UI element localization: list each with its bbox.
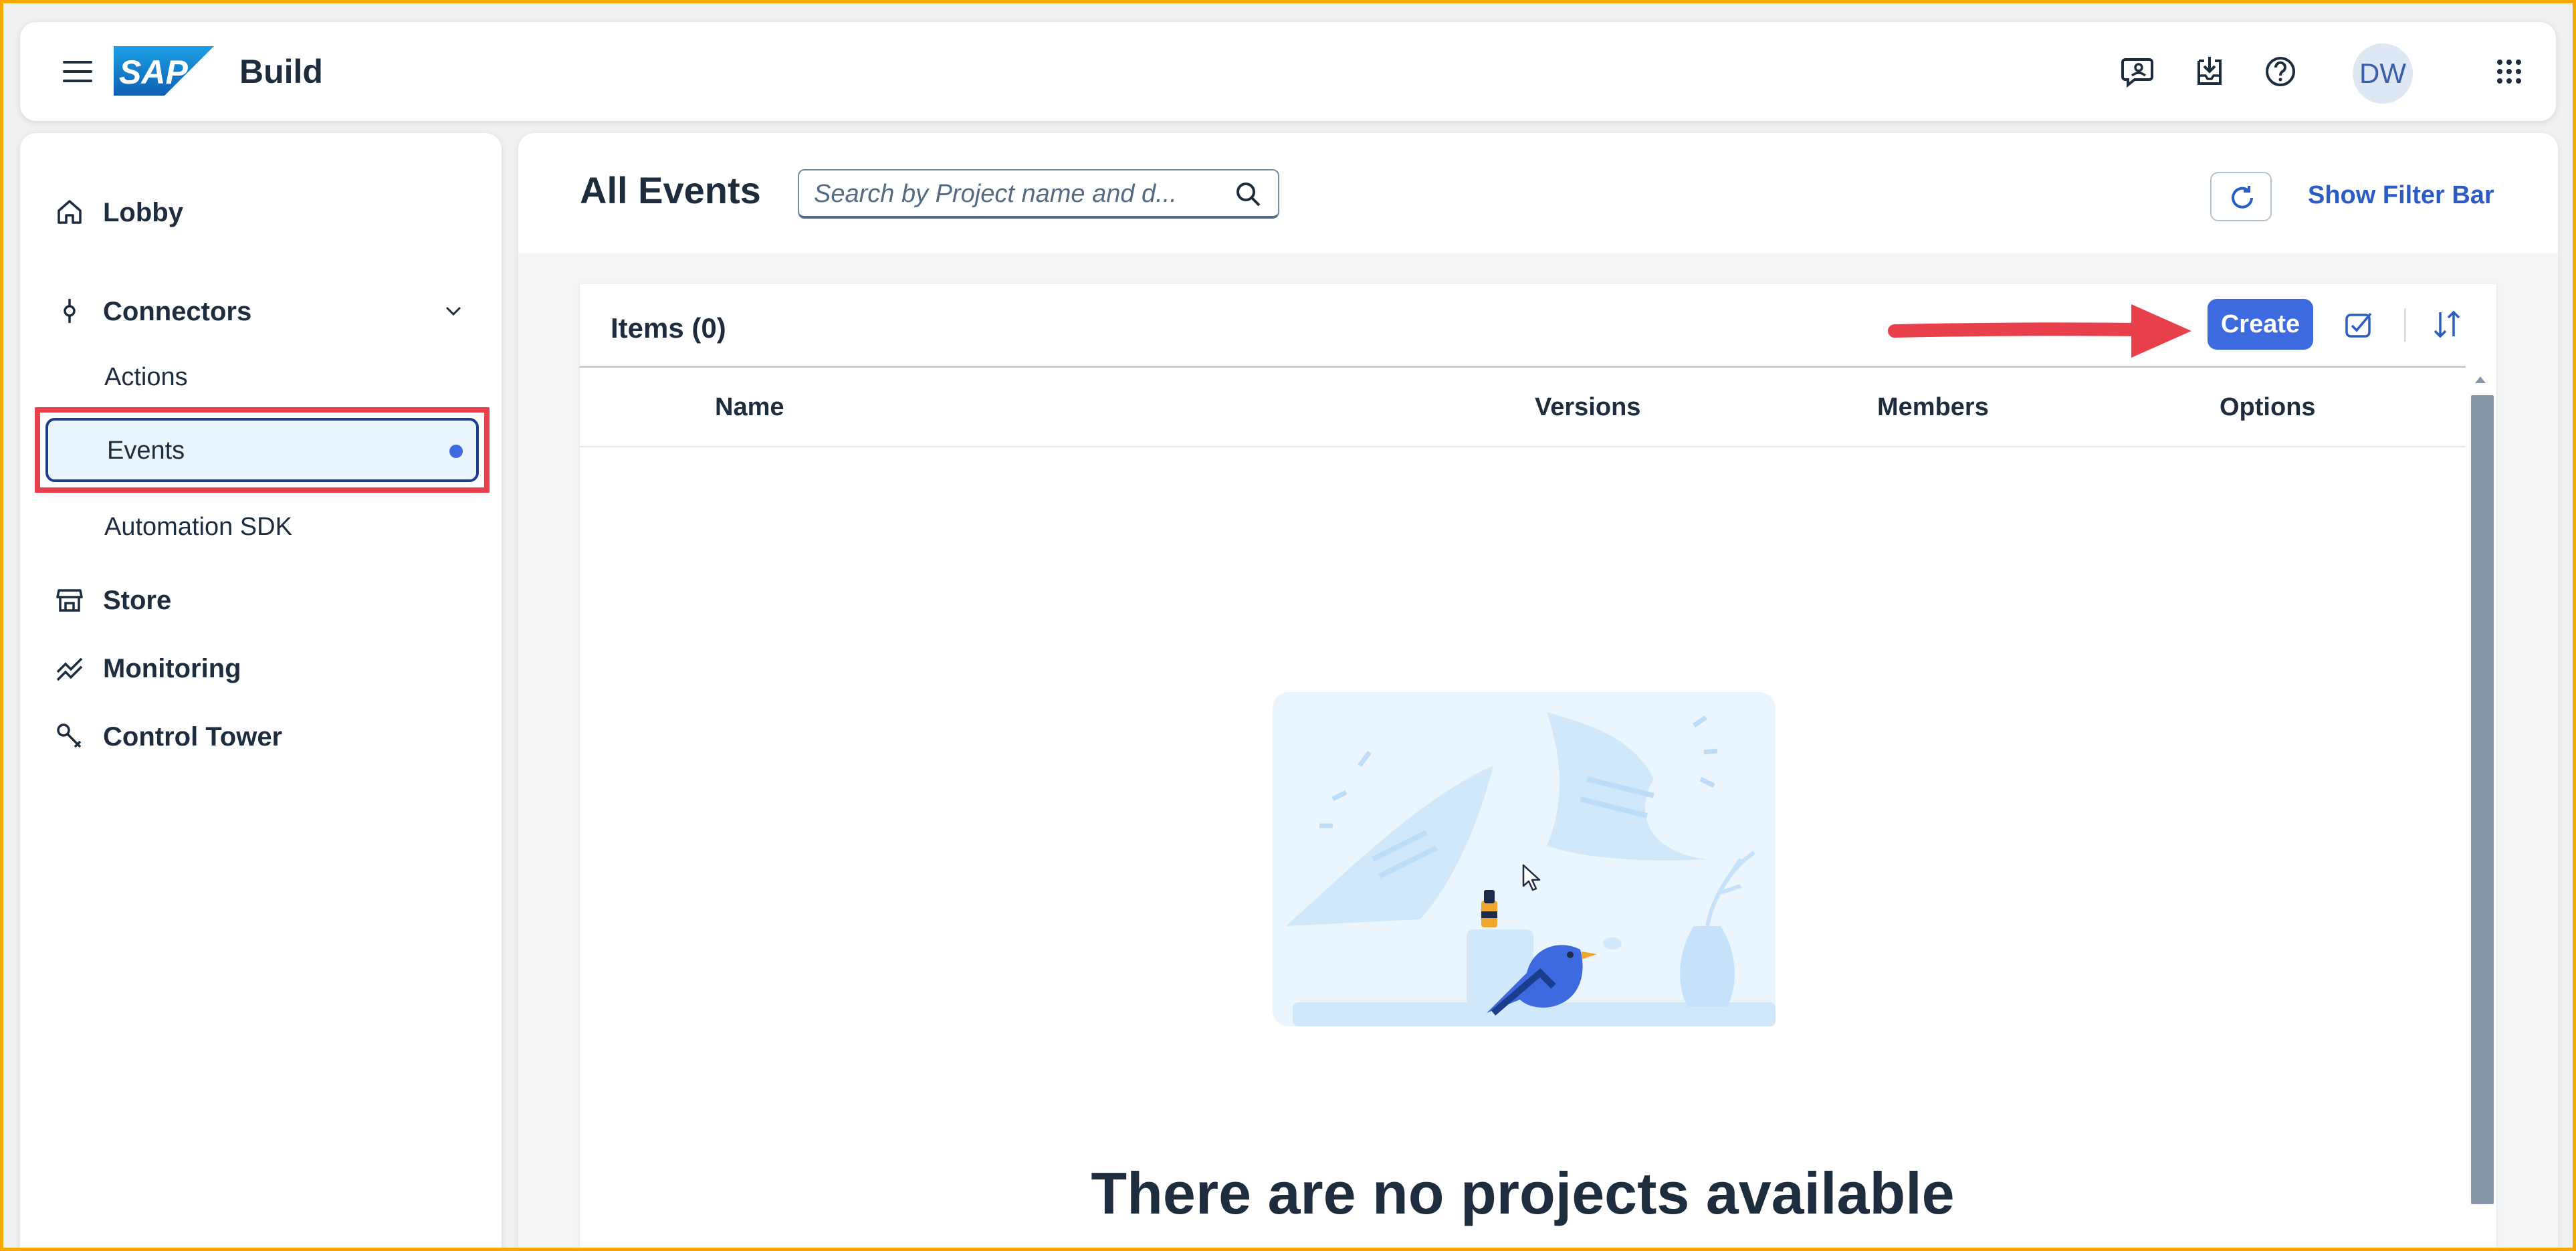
sidebar-item-label: Control Tower bbox=[103, 722, 283, 752]
shell-bar: SAP Build DW bbox=[20, 22, 2556, 121]
scrollbar-thumb[interactable] bbox=[2471, 395, 2494, 1204]
wrench-icon bbox=[57, 723, 82, 748]
monitoring-icon bbox=[56, 657, 83, 681]
home-icon bbox=[58, 200, 82, 224]
search-input[interactable] bbox=[814, 177, 1215, 211]
sidebar-item-store[interactable]: Store bbox=[20, 573, 502, 627]
sidebar-item-lobby[interactable]: Lobby bbox=[20, 185, 502, 239]
projects-table-card: Items (0) Create Name Versions Members O… bbox=[580, 284, 2496, 1248]
sidebar-item-label: Store bbox=[103, 586, 172, 615]
connector-icon bbox=[64, 299, 76, 323]
product-switch-icon[interactable] bbox=[2489, 51, 2529, 92]
sidebar-item-events[interactable]: Events bbox=[45, 418, 479, 482]
column-header-options[interactable]: Options bbox=[2220, 392, 2316, 423]
page-title: All Events bbox=[580, 169, 761, 211]
refresh-icon bbox=[2232, 186, 2253, 209]
sidebar-item-label: Monitoring bbox=[103, 654, 241, 683]
sidebar-item-connectors[interactable]: Connectors bbox=[20, 284, 502, 338]
user-avatar[interactable]: DW bbox=[2353, 43, 2413, 104]
sidebar-item-monitoring[interactable]: Monitoring bbox=[20, 641, 502, 695]
page-header: All Events Show Filter Bar bbox=[518, 133, 2558, 253]
show-filter-bar-link[interactable]: Show Filter Bar bbox=[2308, 180, 2494, 211]
app-window: SAP Build DW Lobby Connectors Actions Ev… bbox=[3, 3, 2573, 1248]
search-icon[interactable] bbox=[1234, 180, 1263, 209]
feedback-icon[interactable] bbox=[2117, 51, 2157, 92]
svg-text:SAP: SAP bbox=[119, 53, 188, 91]
sort-icon[interactable] bbox=[2430, 307, 2464, 342]
product-name: Build bbox=[239, 53, 323, 90]
menu-icon[interactable] bbox=[58, 51, 98, 92]
sidebar-item-control-tower[interactable]: Control Tower bbox=[20, 709, 502, 763]
create-button[interactable]: Create bbox=[2208, 299, 2313, 350]
column-header-versions[interactable]: Versions bbox=[1535, 392, 1640, 423]
store-icon bbox=[56, 589, 83, 612]
main-content: All Events Show Filter Bar Items (0) bbox=[518, 133, 2558, 1248]
sidebar-item-label: Events bbox=[107, 437, 185, 465]
column-header-members[interactable]: Members bbox=[1877, 392, 1989, 423]
sap-logo: SAP bbox=[114, 46, 214, 96]
table-header-row: Name Versions Members Options bbox=[580, 366, 2466, 447]
help-icon[interactable] bbox=[2260, 51, 2300, 92]
sidebar-item-actions[interactable]: Actions bbox=[20, 350, 502, 403]
empty-state-title: There are no projects available bbox=[1091, 1160, 1955, 1226]
side-navigation: Lobby Connectors Actions Events Automati… bbox=[20, 133, 502, 1248]
annotation-arrow bbox=[1888, 304, 2191, 358]
select-all-icon[interactable] bbox=[2341, 307, 2376, 342]
sidebar-item-label: Lobby bbox=[103, 198, 183, 227]
sidebar-item-label: Connectors bbox=[103, 297, 252, 326]
sidebar-item-label: Automation SDK bbox=[104, 513, 292, 541]
toolbar-separator bbox=[2404, 308, 2406, 342]
notifications-inbox-icon[interactable] bbox=[2189, 51, 2230, 92]
sidebar-item-label: Actions bbox=[104, 363, 188, 391]
scroll-up-arrow-icon[interactable] bbox=[2472, 372, 2488, 388]
sidebar-item-automation-sdk[interactable]: Automation SDK bbox=[20, 499, 502, 553]
empty-state-illustration bbox=[1273, 692, 1776, 1026]
selected-indicator-dot bbox=[449, 445, 463, 458]
column-header-name[interactable]: Name bbox=[715, 392, 784, 423]
items-count-title: Items (0) bbox=[611, 312, 726, 344]
refresh-button[interactable] bbox=[2210, 172, 2272, 221]
search-field[interactable] bbox=[798, 169, 1279, 219]
mouse-cursor-icon bbox=[1522, 864, 1541, 891]
chevron-down-icon[interactable] bbox=[441, 299, 465, 323]
